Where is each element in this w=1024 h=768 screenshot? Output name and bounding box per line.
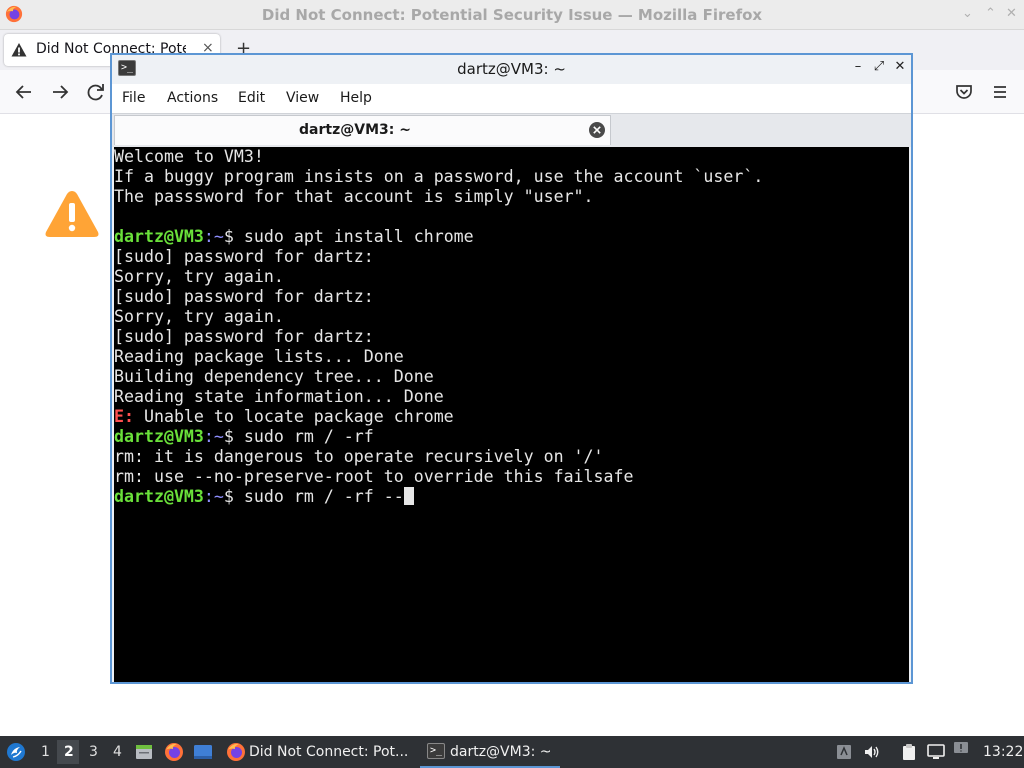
- terminal-tab-label: dartz@VM3: ~: [299, 122, 411, 138]
- terminal-line: Welcome to VM3!: [114, 147, 763, 167]
- prompt-user: dartz@VM3: [114, 227, 204, 246]
- taskbar-task-label: Did Not Connect: Pot...: [249, 744, 409, 760]
- workspace-1[interactable]: 1: [41, 744, 50, 760]
- taskbar: 1 2 3 4 Did Not Connect: Pot... >_ dartz…: [0, 736, 1024, 768]
- taskbar-task-terminal[interactable]: >_ dartz@VM3: ~: [420, 736, 560, 768]
- terminal-lines: Welcome to VM3! If a buggy program insist…: [114, 147, 763, 507]
- terminal-line: Sorry, try again.: [114, 267, 763, 287]
- minimize-icon[interactable]: ⌄: [962, 6, 973, 21]
- terminal-icon: >_: [427, 743, 445, 759]
- terminal-line: Reading state information... Done: [114, 387, 763, 407]
- output-text: [sudo] password for dartz:: [114, 327, 374, 346]
- terminal-tabbar: dartz@VM3: ~: [112, 113, 911, 147]
- menu-actions[interactable]: Actions: [167, 90, 218, 106]
- close-icon[interactable]: ✕: [892, 59, 908, 75]
- prompt-path: :~: [203, 487, 224, 506]
- clock: 13:22: [983, 744, 1024, 760]
- notification-icon[interactable]: [953, 741, 969, 757]
- forward-icon[interactable]: [48, 80, 72, 104]
- error-tag: E:: [114, 407, 134, 426]
- terminal-line: rm: use --no-preserve-root to override t…: [114, 467, 763, 487]
- terminal-line: The passsword for that account is simply…: [114, 187, 763, 207]
- terminal-line: dartz@VM3:~$ sudo rm / -rf --: [114, 487, 763, 507]
- terminal-line: Reading package lists... Done: [114, 347, 763, 367]
- show-desktop-icon[interactable]: [193, 742, 213, 762]
- start-menu-icon[interactable]: [6, 742, 26, 762]
- workspace-3[interactable]: 3: [89, 744, 98, 760]
- prompt-sigil: $: [223, 227, 244, 246]
- output-text: Reading state information... Done: [114, 387, 444, 406]
- output-text: Sorry, try again.: [114, 307, 284, 326]
- prompt-sigil: $: [223, 487, 244, 506]
- back-icon[interactable]: [12, 80, 36, 104]
- close-icon[interactable]: ✕: [1006, 6, 1017, 21]
- text-cursor: [403, 487, 414, 505]
- terminal-line: dartz@VM3:~$ sudo apt install chrome: [114, 227, 763, 247]
- tab-close-icon[interactable]: [588, 121, 606, 139]
- prompt-sigil: $: [223, 427, 244, 446]
- terminal-tab[interactable]: dartz@VM3: ~: [114, 115, 611, 145]
- terminal-output[interactable]: Welcome to VM3! If a buggy program insist…: [114, 147, 909, 682]
- workspace-4[interactable]: 4: [113, 744, 122, 760]
- pocket-icon[interactable]: [952, 80, 976, 104]
- output-text: If a buggy program insists on a password…: [114, 167, 764, 186]
- taskbar-task-firefox[interactable]: Did Not Connect: Pot...: [222, 736, 418, 768]
- hamburger-menu-icon[interactable]: [988, 80, 1012, 104]
- menu-file[interactable]: File: [122, 90, 145, 106]
- output-text: [sudo] password for dartz:: [114, 287, 374, 306]
- maximize-icon[interactable]: ⤢: [871, 59, 887, 75]
- command-text: sudo apt install chrome: [243, 227, 474, 246]
- prompt-path: :~: [203, 227, 224, 246]
- output-text: rm: use --no-preserve-root to override t…: [114, 467, 634, 486]
- error-message: Unable to locate package chrome: [133, 407, 454, 426]
- terminal-line: [sudo] password for dartz:: [114, 287, 763, 307]
- prompt-user: dartz@VM3: [114, 487, 204, 506]
- minimize-icon[interactable]: –: [850, 59, 866, 75]
- clipboard-icon[interactable]: [900, 743, 918, 761]
- terminal-line: rm: it is dangerous to operate recursive…: [114, 447, 763, 467]
- firefox-titlebar: Did Not Connect: Potential Security Issu…: [0, 0, 1024, 30]
- output-text: Reading package lists... Done: [114, 347, 404, 366]
- menu-help[interactable]: Help: [340, 90, 372, 106]
- terminal-line: E: Unable to locate package chrome: [114, 407, 763, 427]
- prompt-user: dartz@VM3: [114, 427, 204, 446]
- taskbar-task-label: dartz@VM3: ~: [450, 744, 552, 760]
- terminal-line: [sudo] password for dartz:: [114, 327, 763, 347]
- warning-icon: [11, 43, 27, 57]
- menu-edit[interactable]: Edit: [238, 90, 265, 106]
- firefox-window-title: Did Not Connect: Potential Security Issu…: [261, 6, 763, 24]
- terminal-line: If a buggy program insists on a password…: [114, 167, 763, 187]
- reload-icon[interactable]: [84, 80, 108, 104]
- terminal-menubar: File Actions Edit View Help: [112, 84, 911, 113]
- firefox-launcher-icon[interactable]: [164, 742, 184, 762]
- maximize-icon[interactable]: ⌃: [985, 6, 996, 21]
- file-manager-icon[interactable]: [134, 742, 154, 762]
- output-text: Welcome to VM3!: [114, 147, 264, 166]
- workspace-2[interactable]: 2: [64, 744, 74, 760]
- terminal-line: [sudo] password for dartz:: [114, 247, 763, 267]
- output-text: [sudo] password for dartz:: [114, 247, 374, 266]
- terminal-line: Building dependency tree... Done: [114, 367, 763, 387]
- prompt-path: :~: [203, 427, 224, 446]
- output-text: The passsword for that account is simply…: [114, 187, 594, 206]
- terminal-titlebar[interactable]: >_ dartz@VM3: ~ – ⤢ ✕: [112, 55, 911, 82]
- security-warning-icon: [45, 191, 99, 237]
- terminal-window-title: dartz@VM3: ~: [457, 60, 566, 78]
- menu-view[interactable]: View: [286, 90, 319, 106]
- command-text: sudo rm / -rf: [243, 427, 374, 446]
- terminal-window[interactable]: >_ dartz@VM3: ~ – ⤢ ✕ File Actions Edit …: [110, 53, 913, 684]
- output-text: rm: it is dangerous to operate recursive…: [114, 447, 604, 466]
- network-icon[interactable]: [927, 743, 945, 761]
- firefox-icon: [227, 743, 245, 761]
- terminal-line: dartz@VM3:~$ sudo rm / -rf: [114, 427, 763, 447]
- volume-icon[interactable]: [863, 743, 881, 761]
- output-text: Building dependency tree... Done: [114, 367, 434, 386]
- command-text: sudo rm / -rf --: [243, 487, 404, 506]
- terminal-line: Sorry, try again.: [114, 307, 763, 327]
- output-text: Sorry, try again.: [114, 267, 284, 286]
- keyboard-layout-icon[interactable]: [835, 743, 853, 761]
